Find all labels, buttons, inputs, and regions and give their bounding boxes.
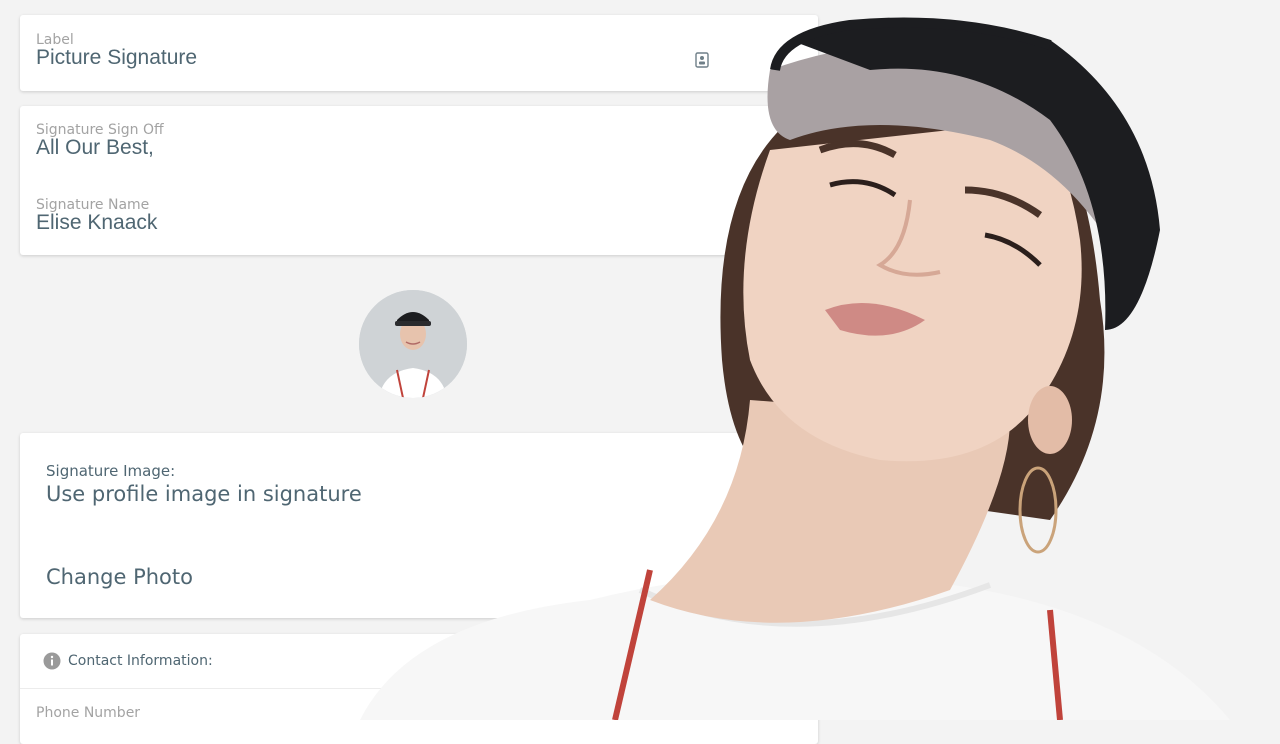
portrait-photo (350, 0, 1280, 721)
use-profile-image-option[interactable]: Use profile image in signature (46, 482, 362, 506)
sign-off-field[interactable]: All Our Best, (36, 136, 154, 160)
change-photo-button[interactable]: Change Photo (46, 565, 193, 589)
label-value[interactable]: Picture Signature (36, 46, 197, 70)
contact-information-title: Contact Information: (68, 653, 213, 669)
info-icon (43, 652, 61, 675)
phone-number-caption: Phone Number (36, 705, 141, 721)
signature-image-caption: Signature Image: (46, 462, 176, 480)
signature-name-field[interactable]: Elise Knaack (36, 211, 157, 235)
